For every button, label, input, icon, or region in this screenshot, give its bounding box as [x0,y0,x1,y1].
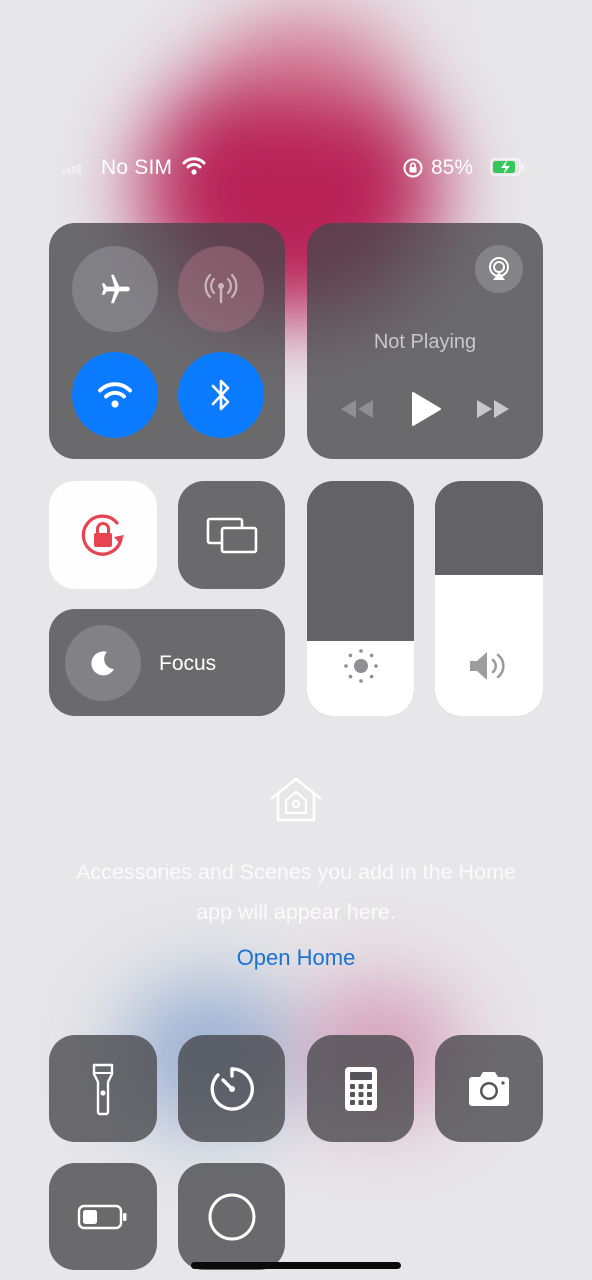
home-indicator[interactable] [191,1262,401,1269]
wifi-toggle[interactable] [72,352,158,438]
orientation-lock-button[interactable] [49,481,157,589]
home-icon [270,777,322,822]
rewind-icon[interactable] [337,397,377,421]
speaker-icon [470,652,505,680]
screen-record-icon [208,1193,255,1240]
orientation-lock-icon [403,158,423,178]
calculator-button[interactable] [307,1035,414,1142]
orientation-lock-icon [81,514,124,556]
timer-button[interactable] [178,1035,285,1142]
bluetooth-toggle[interactable] [178,352,264,438]
flashlight-icon [92,1063,114,1115]
battery-icon [77,1204,127,1229]
sun-icon [343,649,378,683]
screen-recording-button[interactable] [178,1163,285,1270]
airplane-icon [101,274,130,304]
screen-mirroring-button[interactable] [178,481,285,589]
now-playing-status: Not Playing [373,331,477,353]
bluetooth-icon [211,379,230,411]
airplane-mode-toggle[interactable] [72,246,158,332]
camera-icon [469,1071,509,1106]
focus-icon-circle [65,625,141,701]
status-bar: No SIM 85% [0,150,592,184]
cellular-data-toggle[interactable] [178,246,264,332]
open-home-link[interactable]: Open Home [196,945,396,971]
flashlight-button[interactable] [49,1035,157,1142]
volume-slider[interactable] [435,481,543,716]
calculator-icon [344,1066,377,1111]
low-power-mode-button[interactable] [49,1163,157,1270]
screen-mirroring-icon [206,517,257,554]
wifi-icon [98,382,132,408]
airplay-button[interactable] [475,245,523,293]
brightness-slider[interactable] [307,481,414,716]
timer-icon [210,1066,254,1111]
play-icon[interactable] [408,391,442,427]
airplay-icon [489,257,509,280]
focus-label: Focus [159,652,217,675]
battery-percent: 85% [431,156,474,179]
fast-forward-icon[interactable] [473,397,513,421]
camera-button[interactable] [435,1035,543,1142]
signal-bars-icon [62,162,86,174]
cellular-antenna-icon [204,273,238,304]
focus-button[interactable]: Focus [49,609,285,716]
moon-icon [91,651,114,676]
battery-charging-icon [490,158,524,176]
carrier-label: No SIM [101,156,173,179]
wifi-icon [182,157,206,175]
home-empty-message: Accessories and Scenes you add in the Ho… [76,860,516,924]
now-playing-panel[interactable]: Not Playing [307,223,543,459]
connectivity-panel [49,223,285,459]
media-controls [337,391,513,427]
